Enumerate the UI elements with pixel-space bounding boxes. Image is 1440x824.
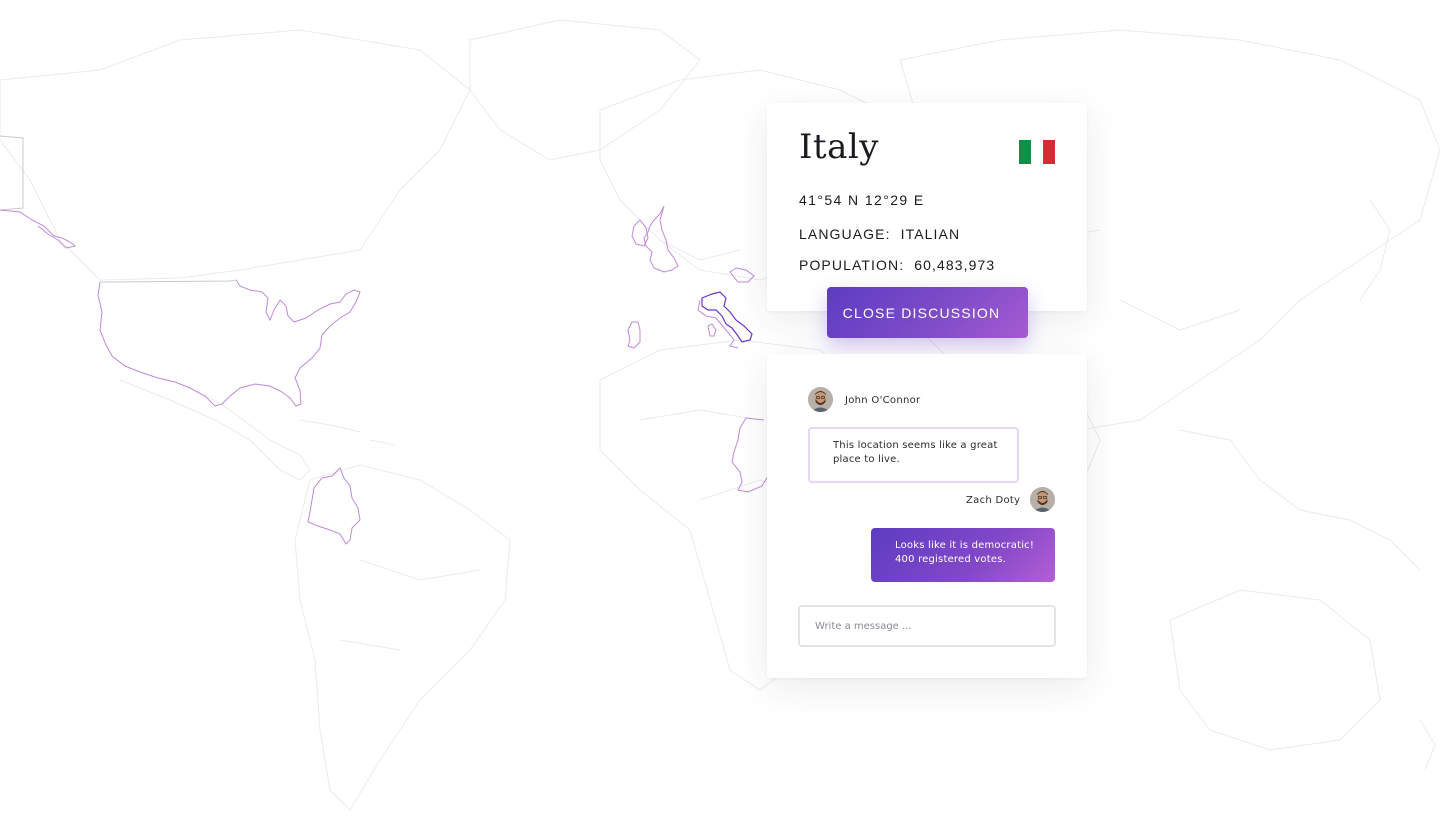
language-label: LANGUAGE: bbox=[799, 226, 891, 242]
map-portugal bbox=[627, 321, 641, 349]
world-map[interactable] bbox=[0, 0, 1440, 824]
country-info-card: Italy 41°54 N 12°29 E LANGUAGE: ITALIAN P… bbox=[767, 103, 1087, 311]
map-south-america bbox=[294, 464, 511, 811]
map-caribbean bbox=[299, 419, 396, 446]
flag-stripe-red bbox=[1043, 140, 1055, 164]
john-avatar-icon bbox=[808, 387, 833, 412]
map-ireland bbox=[631, 219, 649, 247]
population-label: POPULATION: bbox=[799, 257, 905, 273]
discussion-panel: John O'Connor This location seems like a… bbox=[767, 354, 1087, 678]
map-australia bbox=[1169, 589, 1381, 751]
app-stage: Italy 41°54 N 12°29 E LANGUAGE: ITALIAN P… bbox=[0, 0, 1440, 824]
zach-avatar-icon bbox=[1030, 487, 1055, 512]
flag-stripe-green bbox=[1019, 140, 1031, 164]
language-row: LANGUAGE: ITALIAN bbox=[799, 226, 960, 242]
map-southeast-asia bbox=[1179, 429, 1421, 571]
italy-flag-icon bbox=[1019, 140, 1055, 164]
map-greenland bbox=[469, 19, 701, 161]
population-value: 60,483,973 bbox=[914, 257, 996, 273]
close-discussion-button[interactable]: CLOSE DISCUSSION bbox=[827, 287, 1028, 338]
map-alaska-coast bbox=[0, 209, 77, 249]
language-value: ITALIAN bbox=[900, 226, 961, 242]
incoming-message: This location seems like a great place t… bbox=[808, 427, 1019, 483]
map-sardinia bbox=[707, 323, 717, 337]
population-row: POPULATION: 60,483,973 bbox=[799, 257, 995, 273]
message-author: John O'Connor bbox=[845, 395, 921, 406]
map-new-zealand bbox=[1419, 719, 1436, 771]
map-colombia bbox=[307, 467, 361, 545]
map-uk bbox=[643, 205, 679, 273]
outgoing-message: Looks like it is democratic! 400 registe… bbox=[871, 528, 1055, 582]
map-mexico-central-america bbox=[119, 379, 311, 481]
country-coordinates: 41°54 N 12°29 E bbox=[799, 192, 925, 208]
message-input[interactable] bbox=[798, 605, 1056, 647]
message-author: Zach Doty bbox=[966, 495, 1021, 506]
map-alaska-border bbox=[0, 135, 24, 211]
map-usa-north-border bbox=[100, 279, 237, 283]
map-scandinavia-piece bbox=[729, 267, 755, 283]
country-name: Italy bbox=[799, 127, 879, 167]
flag-stripe-white bbox=[1031, 140, 1043, 164]
